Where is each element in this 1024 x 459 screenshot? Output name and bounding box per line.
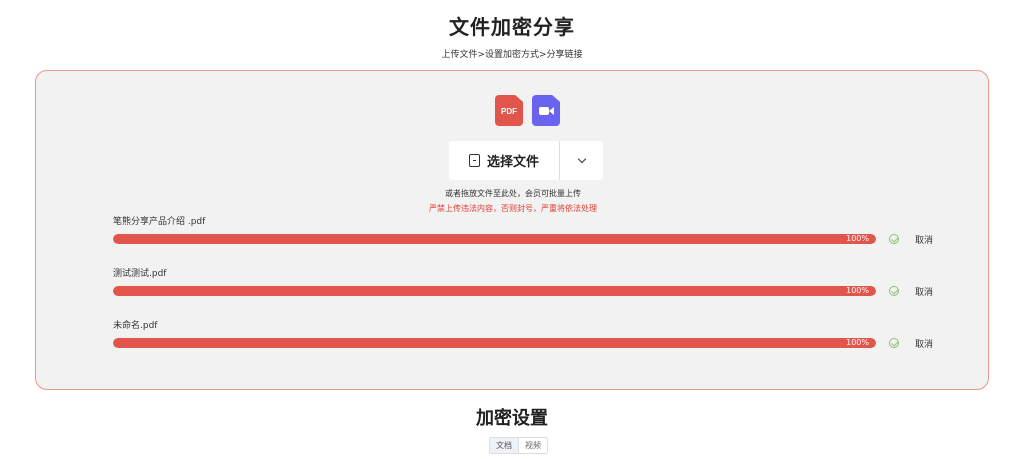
progress-bar: 100%: [113, 286, 876, 296]
progress-text: 100%: [846, 286, 869, 295]
progress-bar: 100%: [113, 234, 876, 244]
progress-fill: 100%: [113, 338, 876, 348]
upload-warning: 严禁上传违法内容，否则封号，严重将依法处理: [429, 204, 597, 213]
file-name: 未命名.pdf: [113, 321, 158, 331]
breadcrumb-steps: 上传文件>设置加密方式>分享链接: [441, 50, 583, 60]
progress-fill: 100%: [113, 234, 876, 244]
file-row: 笔熊分享产品介绍 .pdf 100% 取消: [113, 214, 973, 250]
pdf-file-icon: PDF: [495, 95, 523, 126]
tab-document[interactable]: 文档: [490, 438, 519, 453]
upload-dropzone[interactable]: PDF 选择文件 或者拖放文件至此处，会员可批量上传 严禁上传违法内容，否则封号…: [35, 70, 989, 390]
pdf-icon-label: PDF: [501, 107, 517, 116]
file-row: 未命名.pdf 100% 取消: [113, 318, 973, 354]
file-name: 测试测试.pdf: [113, 269, 167, 279]
file-name: 笔熊分享产品介绍 .pdf: [113, 217, 206, 227]
select-file-group: 选择文件: [449, 141, 603, 180]
tab-video[interactable]: 视频: [519, 438, 547, 453]
file-icon: [468, 154, 480, 167]
upload-hint: 或者拖放文件至此处，会员可批量上传: [445, 189, 581, 198]
check-circle-icon: [889, 286, 899, 296]
chevron-down-icon: [577, 154, 586, 164]
check-circle-icon: [889, 234, 899, 244]
encryption-settings-title: 加密设置: [476, 408, 548, 429]
progress-bar: 100%: [113, 338, 876, 348]
select-file-button[interactable]: 选择文件: [449, 141, 559, 180]
select-file-label: 选择文件: [486, 155, 539, 170]
cancel-upload-button[interactable]: 取消: [915, 285, 933, 298]
encryption-type-tabs: 文档 视频: [489, 437, 548, 454]
video-file-icon: [532, 95, 560, 126]
cancel-upload-button[interactable]: 取消: [915, 337, 933, 350]
select-file-dropdown-button[interactable]: [560, 141, 603, 180]
file-type-icons: PDF: [495, 95, 560, 126]
progress-fill: 100%: [113, 286, 876, 296]
file-row: 测试测试.pdf 100% 取消: [113, 266, 973, 302]
check-circle-icon: [889, 338, 899, 348]
page-title: 文件加密分享: [449, 15, 575, 39]
progress-text: 100%: [846, 338, 869, 347]
cancel-upload-button[interactable]: 取消: [915, 233, 933, 246]
progress-text: 100%: [846, 234, 869, 243]
